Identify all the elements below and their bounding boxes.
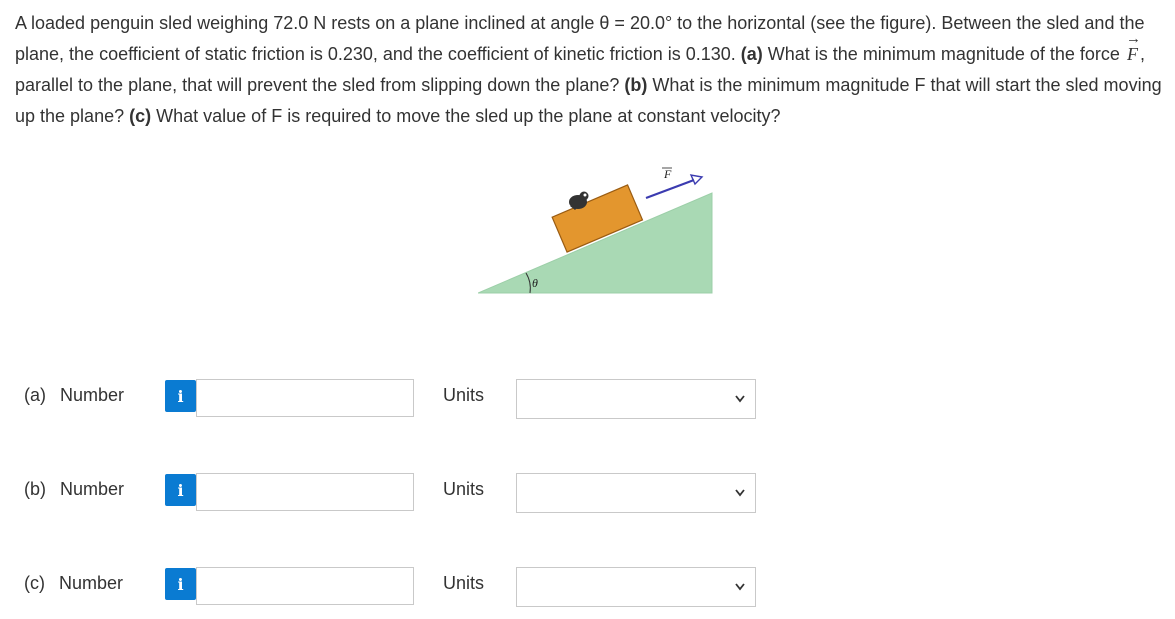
info-icon[interactable]: i — [165, 568, 196, 600]
number-label: Number — [60, 479, 125, 499]
units-label: Units — [443, 385, 485, 405]
number-label: Number — [60, 385, 125, 405]
part-a-text: What is the minimum magnitude of the for… — [767, 44, 1120, 64]
part-b-tag: (b) — [624, 75, 648, 95]
chevron-down-icon — [735, 489, 745, 497]
number-input[interactable] — [196, 473, 414, 511]
answer-row-a: (a) Number i Units — [24, 376, 764, 419]
number-input[interactable] — [196, 379, 414, 417]
units-label: Units — [443, 479, 485, 499]
part-c-text: What value of F is required to move the … — [156, 106, 781, 126]
number-input[interactable] — [196, 567, 414, 605]
question-text: A loaded penguin sled weighing 72.0 N re… — [15, 8, 1165, 132]
info-icon[interactable]: i — [165, 474, 196, 506]
number-label: Number — [59, 573, 124, 593]
part-label: (c) — [24, 573, 45, 593]
answer-row-b: (b) Number i Units — [24, 470, 764, 513]
part-c-tag: (c) — [129, 106, 152, 126]
part-label: (b) — [24, 479, 46, 499]
part-a-tag: (a) — [740, 44, 763, 64]
units-select[interactable] — [516, 473, 756, 513]
chevron-down-icon — [735, 395, 745, 403]
units-select[interactable] — [516, 567, 756, 607]
answer-row-c: (c) Number i Units — [24, 564, 764, 607]
force-arrow — [645, 178, 695, 200]
incline-figure: F θ — [478, 167, 713, 294]
chevron-down-icon — [735, 583, 745, 591]
force-label: F — [663, 167, 672, 181]
force-arrowhead — [689, 174, 704, 186]
units-select[interactable] — [516, 379, 756, 419]
force-vector-symbol: F — [1125, 24, 1141, 70]
info-icon[interactable]: i — [165, 380, 196, 412]
angle-label: θ — [532, 276, 538, 290]
part-label: (a) — [24, 385, 46, 405]
units-label: Units — [443, 573, 485, 593]
